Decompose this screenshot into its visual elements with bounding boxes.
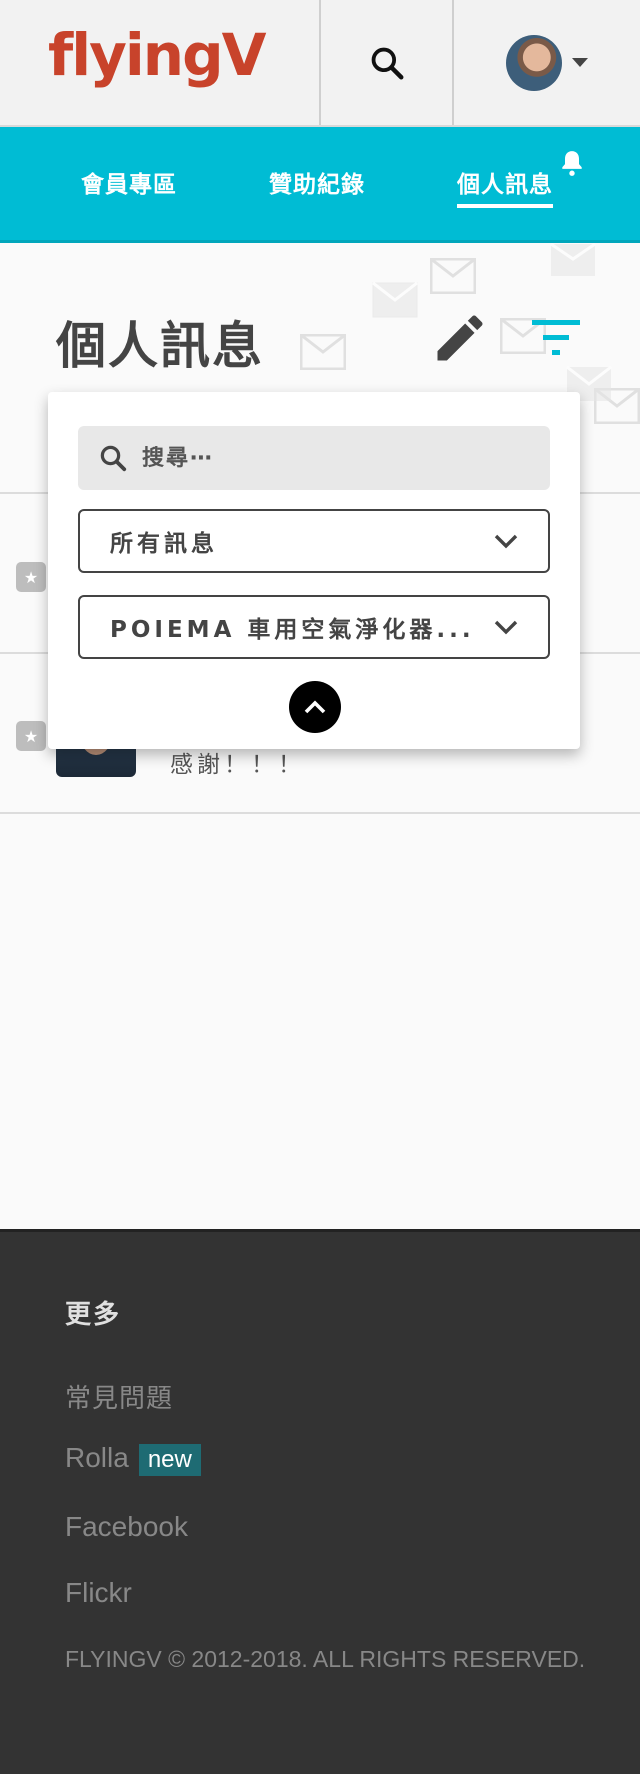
- caret-down-icon: [572, 58, 588, 67]
- star-icon[interactable]: ★: [16, 562, 46, 592]
- envelope-icon: [550, 243, 596, 276]
- select-value: 所有訊息: [110, 531, 218, 557]
- search-icon: [100, 445, 127, 472]
- tab-sponsor-records[interactable]: 贊助紀錄: [269, 165, 365, 199]
- star-icon[interactable]: ★: [16, 721, 46, 751]
- page-title: 個人訊息: [56, 317, 264, 375]
- project-select[interactable]: POIEMA 車用空氣淨化器...: [78, 595, 550, 659]
- tab-label: 個人訊息: [457, 172, 553, 198]
- flyingv-logo[interactable]: flyingV: [48, 26, 266, 84]
- filter-panel: 所有訊息 POIEMA 車用空氣淨化器...: [48, 392, 580, 749]
- chevron-up-icon: [304, 700, 326, 714]
- collapse-panel-button[interactable]: [289, 681, 341, 733]
- search-icon: [371, 47, 404, 79]
- search-box[interactable]: [78, 426, 550, 490]
- chevron-down-icon: [494, 620, 518, 635]
- copyright: FLYINGV © 2012-2018. ALL RIGHTS RESERVED…: [65, 1646, 586, 1672]
- footer-link-rolla[interactable]: Rolla new: [65, 1442, 201, 1476]
- tab-bar: 會員專區 贊助紀錄 個人訊息: [0, 127, 640, 243]
- envelope-icon: [300, 334, 346, 370]
- row-divider: [0, 812, 640, 814]
- message-type-select[interactable]: 所有訊息: [78, 509, 550, 573]
- edit-icon[interactable]: [430, 308, 490, 368]
- footer-link-label: Rolla: [65, 1442, 129, 1473]
- search-input[interactable]: [142, 445, 522, 471]
- search-button[interactable]: [321, 0, 453, 125]
- active-tab-underline: [457, 204, 553, 208]
- top-bar: flyingV: [0, 0, 640, 127]
- footer-link-facebook[interactable]: Facebook: [65, 1511, 188, 1543]
- user-menu[interactable]: [454, 0, 640, 125]
- select-value: POIEMA 車用空氣淨化器...: [110, 617, 475, 643]
- avatar: [506, 34, 562, 91]
- tab-member-zone[interactable]: 會員專區: [81, 165, 177, 199]
- footer-heading: 更多: [65, 1300, 122, 1330]
- footer-link-faq[interactable]: 常見問題: [65, 1378, 173, 1415]
- envelope-icon: [430, 258, 476, 294]
- filter-icon[interactable]: [528, 316, 584, 362]
- notification-bell-icon[interactable]: [559, 149, 585, 177]
- message-preview[interactable]: 感謝！！！: [170, 745, 305, 779]
- footer-link-flickr[interactable]: Flickr: [65, 1577, 132, 1609]
- footer: 更多 常見問題 Rolla new Facebook Flickr FLYINGV…: [0, 1229, 640, 1774]
- chevron-down-icon: [494, 534, 518, 549]
- tab-personal-messages[interactable]: 個人訊息: [457, 165, 553, 208]
- envelope-icon: [372, 282, 418, 318]
- new-badge: new: [138, 1443, 201, 1476]
